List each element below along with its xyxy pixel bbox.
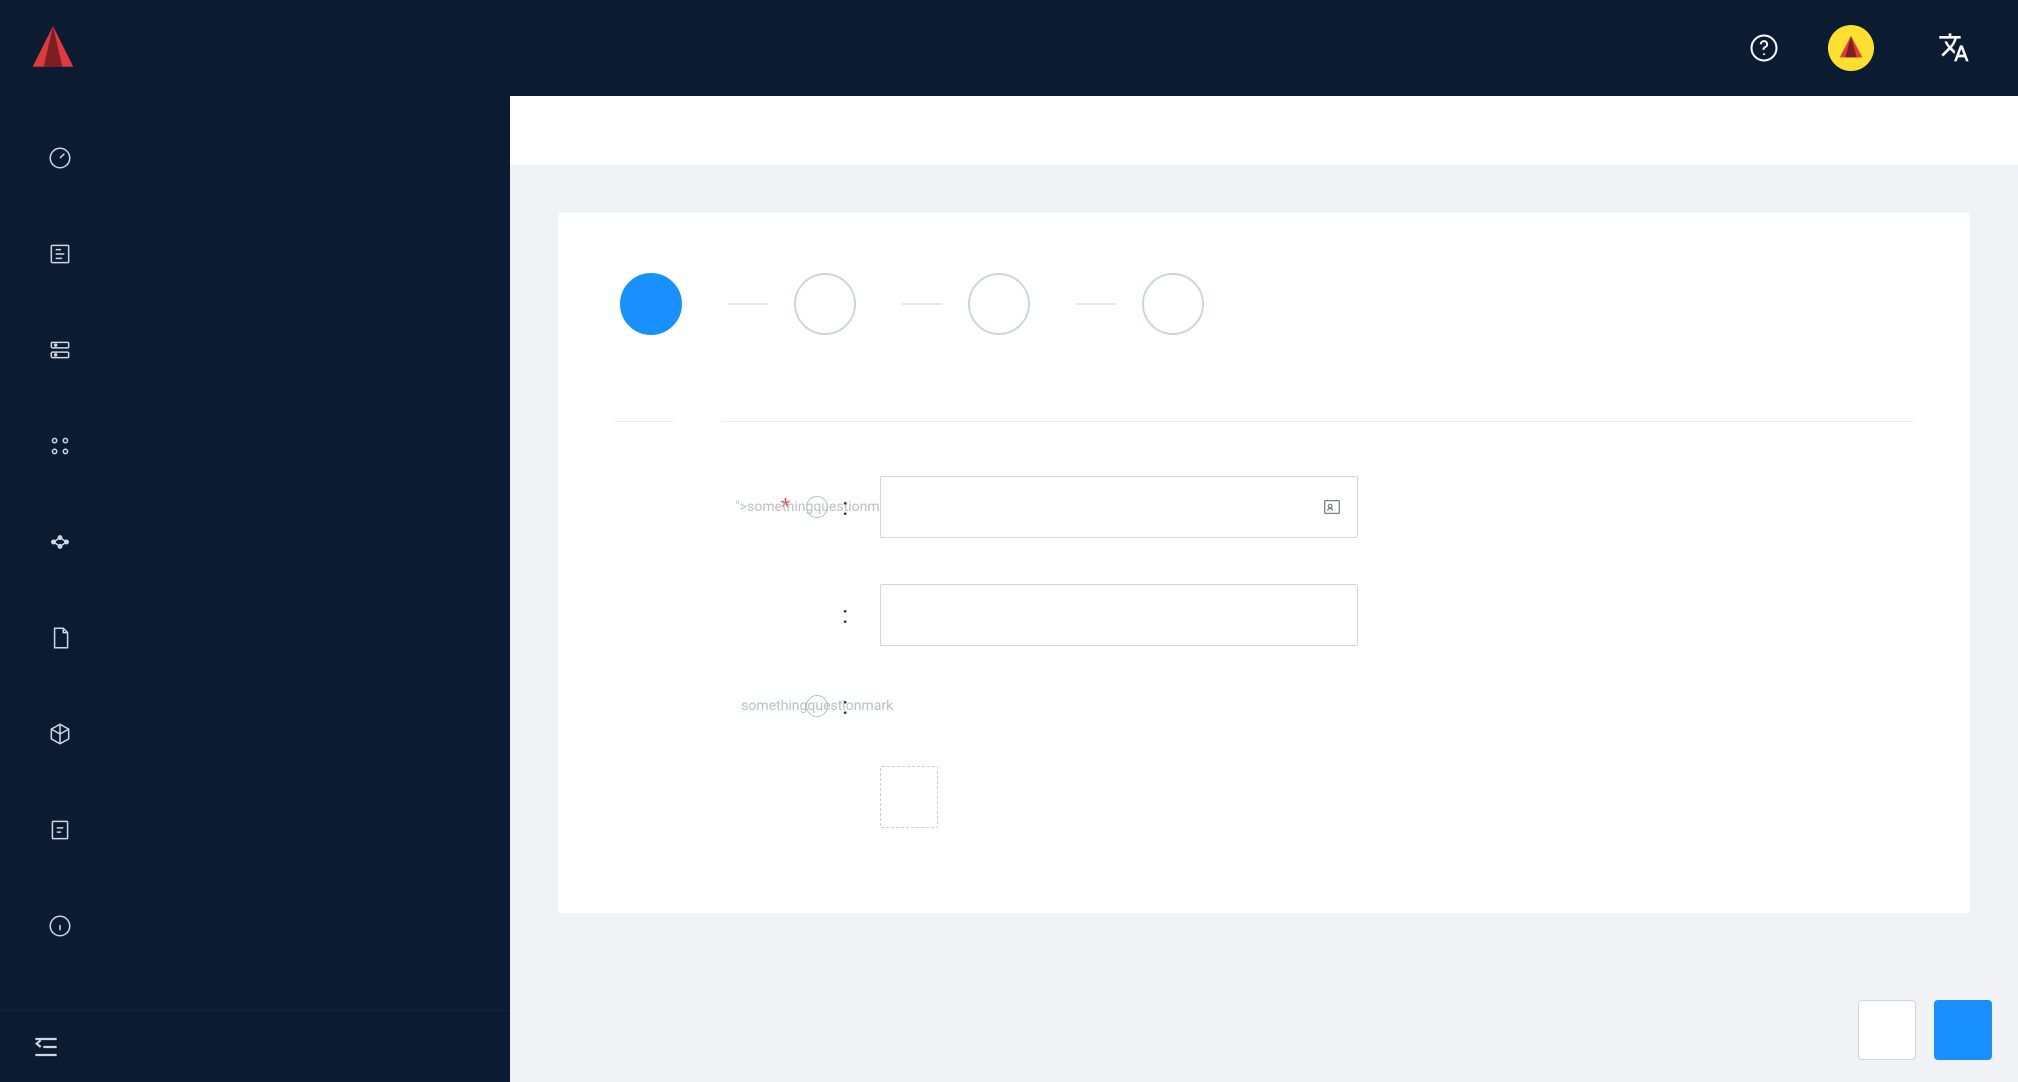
page-titlebar xyxy=(510,96,2018,165)
gauge-icon xyxy=(46,144,74,172)
contact-card-icon[interactable] xyxy=(1320,495,1344,519)
help-icon[interactable] xyxy=(1748,32,1780,64)
help-icon[interactable]: somethingquestionmark xyxy=(806,695,828,717)
user-menu[interactable] xyxy=(1828,25,1890,71)
steps xyxy=(620,273,1914,335)
step-separator xyxy=(1076,303,1116,305)
main: * ">somethingquestionmark : xyxy=(510,96,2018,1082)
help-icon[interactable]: ">somethingquestionmark xyxy=(806,496,828,518)
action-bar xyxy=(1858,1000,1992,1060)
next-button[interactable] xyxy=(1934,1000,1992,1060)
name-input[interactable] xyxy=(880,476,1358,538)
route-icon xyxy=(46,240,74,268)
service-icon xyxy=(46,432,74,460)
sidebar-item-protocol-buffers[interactable] xyxy=(0,590,510,686)
sidebar-item-route[interactable] xyxy=(0,206,510,302)
step-separator xyxy=(728,303,768,305)
step-3[interactable] xyxy=(968,273,1050,335)
form-card: * ">somethingquestionmark : xyxy=(558,213,1970,913)
topbar xyxy=(0,0,2018,96)
sidebar-item-dashboard[interactable] xyxy=(0,110,510,206)
step-bullet xyxy=(1142,273,1204,335)
ssl-icon xyxy=(46,816,74,844)
step-bullet xyxy=(620,273,682,335)
consumer-icon xyxy=(46,528,74,556)
manage-button[interactable] xyxy=(880,766,938,828)
plugin-icon xyxy=(46,720,74,748)
app-brand[interactable] xyxy=(28,23,100,73)
colon: : xyxy=(842,493,848,521)
id-input[interactable] xyxy=(880,584,1358,646)
sidebar-item-consumer[interactable] xyxy=(0,494,510,590)
step-separator xyxy=(902,303,942,305)
step-1[interactable] xyxy=(620,273,702,335)
language-icon[interactable] xyxy=(1938,32,1970,64)
sidebar-item-plugin[interactable] xyxy=(0,686,510,782)
sidebar xyxy=(0,96,510,1082)
info-icon xyxy=(46,912,74,940)
form-row-id: : xyxy=(614,584,1914,646)
form-row-labels: somethingquestionmark : xyxy=(614,692,1914,720)
section-divider xyxy=(614,421,1914,422)
app-logo-icon xyxy=(28,23,78,73)
avatar-logo-icon xyxy=(1836,33,1866,63)
sidebar-item-system-info[interactable] xyxy=(0,878,510,974)
step-bullet xyxy=(794,273,856,335)
step-bullet xyxy=(968,273,1030,335)
previous-button[interactable] xyxy=(1858,1000,1916,1060)
colon: : xyxy=(842,601,848,629)
upstream-icon xyxy=(46,336,74,364)
form-row-manage xyxy=(614,766,1914,831)
sidebar-item-upstream[interactable] xyxy=(0,302,510,398)
form-row-name: * ">somethingquestionmark : xyxy=(614,476,1914,538)
sidebar-item-service[interactable] xyxy=(0,398,510,494)
step-2[interactable] xyxy=(794,273,876,335)
step-4[interactable] xyxy=(1142,273,1224,335)
avatar xyxy=(1828,25,1874,71)
sidebar-item-ssl[interactable] xyxy=(0,782,510,878)
colon: : xyxy=(842,692,848,720)
collapse-sidebar-icon[interactable] xyxy=(30,1031,62,1063)
file-icon xyxy=(46,624,74,652)
